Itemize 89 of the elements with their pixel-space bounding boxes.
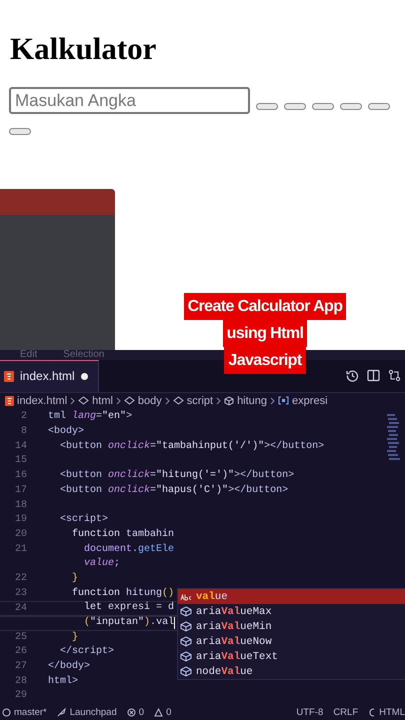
breadcrumb-item[interactable]: expresi [292,394,328,406]
page-title: Kalkulator [9,30,158,67]
code-line: document.getEle [83,542,174,557]
code-line: <button onclick="hapus('C')"></button> [59,484,288,498]
code-line: html> [48,674,78,689]
breadcrumb-item[interactable]: hitung [237,394,268,406]
calculator-button[interactable] [340,103,362,110]
suggestion-item[interactable]: ariaValueMin [178,619,405,634]
code-line: <button onclick="tambahinput('/')"></button> [59,440,324,454]
status-item[interactable]: UTF-8 [296,706,324,718]
status-item[interactable]: 0 [138,706,144,718]
element-icon [172,396,184,405]
chevron-icon [270,396,276,404]
breadcrumb-item[interactable]: body [138,394,162,406]
code-line: } [71,630,78,645]
line-number: 20 [14,528,27,542]
line-number: 25 [14,630,27,645]
line-number: 27 [14,660,27,674]
status-item[interactable]: HTML [379,706,405,718]
status-item[interactable]: CRLF [333,706,358,718]
line-number: 14 [14,440,27,454]
calculator-button[interactable] [368,103,390,110]
code-line: </body> [48,660,90,674]
calculator-button[interactable] [312,103,334,110]
cube-icon [180,651,192,662]
breadcrumb-item[interactable]: html [92,394,113,406]
code-line: <body> [48,425,84,440]
cube-icon [180,621,192,632]
html-file-icon [4,370,14,382]
line-number: 21 [14,542,27,557]
suggestion-item[interactable]: ariaValueMax [178,604,405,620]
suggestion-item[interactable]: ariaValueText [178,649,405,664]
suggestion-item[interactable]: nodeValue [178,664,405,680]
suggestion-item[interactable]: value [178,589,405,604]
breadcrumb-item[interactable]: index.html [17,394,68,406]
line-number: 23 [14,586,27,601]
code-line: <button onclick="hitung('=')"></button> [59,469,294,484]
cube-icon [224,396,234,406]
variable-icon [278,396,290,405]
video-caption: Javascript [224,347,306,374]
line-number: 16 [14,469,27,484]
chevron-icon [164,396,170,404]
chevron-icon [70,396,76,404]
element-icon [78,396,90,405]
code-line: let expresi = d [83,601,174,616]
code-line: </script> [59,645,114,660]
code-line: function hitung() [71,586,174,601]
line-number: 24 [14,602,27,616]
editor-tab[interactable]: index.html [0,360,99,392]
line-number: 2 [20,410,27,424]
video-caption: Create Calculator App [184,293,346,320]
line-number: 29 [14,689,27,704]
element-icon [124,396,135,405]
line-number: 17 [14,484,27,498]
number-input[interactable]: Masukan Angka [9,87,250,114]
line-number: 19 [14,513,27,528]
warning-icon [154,708,164,717]
compare-icon[interactable] [388,369,401,382]
text-icon [180,592,192,601]
line-number: 26 [14,645,27,660]
code-line: function tambahin [71,528,174,542]
error-icon [126,708,136,717]
status-item[interactable]: Launchpad [70,706,117,718]
suggestion-item[interactable]: ariaValueNow [178,634,405,650]
status-item[interactable]: master* [14,706,47,718]
line-number: 22 [14,572,27,586]
line-number: 18 [14,498,27,513]
line-number: 15 [14,454,27,468]
cube-icon [180,666,192,678]
code-line: <script> [59,513,108,528]
calculator-button[interactable] [256,103,278,110]
cube-icon [180,636,192,648]
calculator-button[interactable] [284,103,306,110]
chevron-icon [116,396,121,404]
breadcrumb-item[interactable]: script [186,394,214,406]
calculator-button[interactable] [9,128,31,135]
code-line: value; [83,557,120,572]
video-caption: using Html [222,320,308,347]
history-icon[interactable] [346,369,359,382]
line-number: 28 [14,674,27,689]
split-editor-icon[interactable] [367,369,380,382]
chevron-icon [216,396,222,404]
line-number: 8 [20,425,27,440]
status-item[interactable]: 0 [166,706,172,718]
code-line: ("inputan").val [83,616,174,630]
cube-icon [180,606,192,618]
code-line: tml lang="en"> [48,410,132,424]
html-file-icon [5,396,14,406]
code-line: } [71,572,78,586]
